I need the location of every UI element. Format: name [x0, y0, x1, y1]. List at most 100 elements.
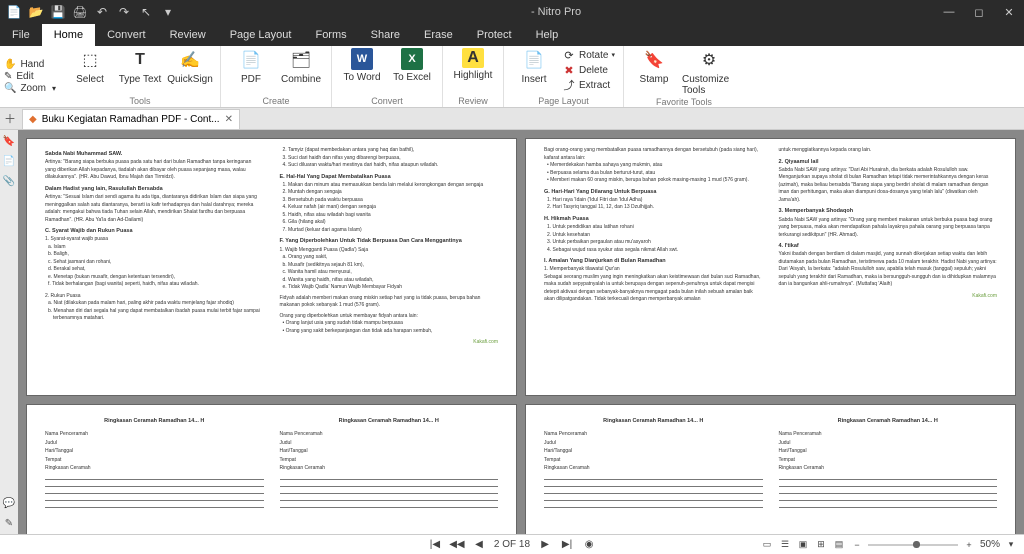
first-page-button[interactable]: |◀: [428, 538, 442, 552]
workspace: 🔖 📄 📎 💬 ✎ Sabda Nabi Muhammad SAW. Artin…: [0, 130, 1024, 534]
to-word-button[interactable]: WTo Word: [340, 48, 384, 83]
tab-help[interactable]: Help: [524, 24, 571, 46]
ribbon-group-favorites: 🔖Stamp ⚙Customize Tools Favorite Tools: [624, 46, 744, 107]
to-excel-button[interactable]: XTo Excel: [390, 48, 434, 83]
facing-view[interactable]: ▣: [796, 538, 810, 552]
continuous-view[interactable]: ☰: [778, 538, 792, 552]
type-text-button[interactable]: TType Text: [118, 48, 162, 85]
ribbon: ✋Hand ✎Edit 🔍Zoom▾ ⬚Select TType Text ✍Q…: [0, 46, 1024, 108]
tab-home[interactable]: Home: [42, 24, 95, 46]
rotate-button[interactable]: ⟳Rotate▾: [562, 48, 615, 62]
page-5: Ringkasan Ceramah Ramadhan 14... H Nama …: [525, 404, 1016, 534]
ribbon-group-review: AHighlight Review: [443, 46, 504, 107]
combine-icon: 🗂: [289, 48, 313, 72]
hand-tool[interactable]: ✋Hand: [4, 59, 56, 70]
bottom-navbar: |◀ ◀◀ ◀ 2 OF 18 ▶ ▶| ◉ ▭ ☰ ▣ ⊞ ▤ − + 50%…: [0, 534, 1024, 554]
page-4: Ringkasan Ceramah Ramadhan 14... H Nama …: [26, 404, 517, 534]
zoom-level: 50%: [980, 539, 1000, 550]
bookmarks-panel-button[interactable]: 🔖: [2, 134, 16, 148]
pages-panel-button[interactable]: 📄: [2, 154, 16, 168]
print-icon[interactable]: 🖨: [70, 2, 90, 22]
delete-icon: ✖: [562, 63, 576, 77]
tab-protect[interactable]: Protect: [465, 24, 524, 46]
zoom-dropdown[interactable]: ▾: [1004, 538, 1018, 552]
tab-share[interactable]: Share: [359, 24, 412, 46]
window-title: - Nitro Pro: [178, 6, 934, 18]
single-page-view[interactable]: ▭: [760, 538, 774, 552]
customize-tools-button[interactable]: ⚙Customize Tools: [682, 48, 736, 96]
save-icon[interactable]: 💾: [48, 2, 68, 22]
thumbnail-view[interactable]: ▤: [832, 538, 846, 552]
close-button[interactable]: ✕: [994, 2, 1024, 22]
page-indicator: 2 OF 18: [494, 539, 530, 550]
new-file-icon[interactable]: 📄: [4, 2, 24, 22]
highlight-icon: A: [462, 48, 484, 68]
document-tab[interactable]: ◆ Buku Kegiatan Ramadhan PDF - Cont... ✕: [22, 109, 240, 129]
quicksign-button[interactable]: ✍QuickSign: [168, 48, 212, 85]
extract-icon: ⤴: [562, 78, 576, 92]
window-controls: — ◻ ✕: [934, 2, 1024, 22]
ribbon-left-tools: ✋Hand ✎Edit 🔍Zoom▾: [0, 46, 60, 107]
zoom-in-button[interactable]: +: [962, 538, 976, 552]
rotate-icon: ⟳: [562, 48, 576, 62]
zoom-icon: 🔍: [4, 83, 16, 94]
back-button[interactable]: ◀: [472, 538, 486, 552]
page-3: Bagi orang-orang yang membatalkan puasa …: [525, 138, 1016, 396]
highlight-button[interactable]: AHighlight: [451, 48, 495, 81]
stamp-button[interactable]: 🔖Stamp: [632, 48, 676, 85]
tab-file[interactable]: File: [0, 24, 42, 46]
signature-icon: ✍: [178, 48, 202, 72]
left-sidebar: 🔖 📄 📎 💬 ✎: [0, 130, 18, 534]
nav-back-arrow[interactable]: ◉: [582, 538, 596, 552]
delete-button[interactable]: ✖Delete: [562, 63, 615, 77]
ribbon-tabs: File Home Convert Review Page Layout For…: [0, 24, 1024, 46]
pdf-button[interactable]: 📄PDF: [229, 48, 273, 85]
extract-button[interactable]: ⤴Extract: [562, 78, 615, 92]
cursor-icon: ⬚: [78, 48, 102, 72]
tab-forms[interactable]: Forms: [303, 24, 358, 46]
document-tab-strip: ＋ ◆ Buku Kegiatan Ramadhan PDF - Cont...…: [0, 108, 1024, 130]
undo-icon[interactable]: ↶: [92, 2, 112, 22]
next-page-button[interactable]: ▶|: [560, 538, 574, 552]
signatures-panel-button[interactable]: ✎: [2, 516, 16, 530]
redo-icon[interactable]: ↷: [114, 2, 134, 22]
pdf-icon: 📄: [239, 48, 263, 72]
tab-review[interactable]: Review: [158, 24, 218, 46]
insert-button[interactable]: 📄Insert: [512, 48, 556, 85]
quick-access-toolbar: 📄 📂 💾 🖨 ↶ ↷ ↖ ▾: [0, 2, 178, 22]
gear-icon: ⚙: [697, 48, 721, 72]
combine-button[interactable]: 🗂Combine: [279, 48, 323, 85]
ribbon-group-tools: ⬚Select TType Text ✍QuickSign Tools: [60, 46, 221, 107]
document-tab-label: Buku Kegiatan Ramadhan PDF - Cont...: [42, 114, 220, 125]
qat-more-icon[interactable]: ▾: [158, 2, 178, 22]
comments-panel-button[interactable]: 💬: [2, 496, 16, 510]
stamp-icon: 🔖: [642, 48, 666, 72]
maximize-button[interactable]: ◻: [964, 2, 994, 22]
pointer-icon[interactable]: ↖: [136, 2, 156, 22]
new-tab-button[interactable]: ＋: [3, 111, 17, 125]
open-folder-icon[interactable]: 📂: [26, 2, 46, 22]
select-button[interactable]: ⬚Select: [68, 48, 112, 85]
title-bar: 📄 📂 💾 🖨 ↶ ↷ ↖ ▾ - Nitro Pro — ◻ ✕: [0, 0, 1024, 24]
edit-tool[interactable]: ✎Edit: [4, 71, 56, 82]
zoom-tool[interactable]: 🔍Zoom▾: [4, 83, 56, 94]
attachments-panel-button[interactable]: 📎: [2, 174, 16, 188]
chevron-down-icon: ▾: [611, 51, 615, 59]
zoom-slider[interactable]: [868, 544, 958, 546]
pdf-doc-icon: ◆: [29, 114, 37, 125]
tab-erase[interactable]: Erase: [412, 24, 465, 46]
minimize-button[interactable]: —: [934, 2, 964, 22]
document-viewer[interactable]: Sabda Nabi Muhammad SAW. Artinya: "Baran…: [18, 130, 1024, 534]
prev-page-button[interactable]: ◀◀: [450, 538, 464, 552]
forward-button[interactable]: ▶: [538, 538, 552, 552]
zoom-out-button[interactable]: −: [850, 538, 864, 552]
type-icon: T: [128, 48, 152, 72]
hand-icon: ✋: [4, 59, 16, 70]
edit-icon: ✎: [4, 71, 12, 82]
close-tab-button[interactable]: ✕: [225, 114, 233, 125]
tab-page-layout[interactable]: Page Layout: [218, 24, 304, 46]
page-2: Sabda Nabi Muhammad SAW. Artinya: "Baran…: [26, 138, 517, 396]
tab-convert[interactable]: Convert: [95, 24, 158, 46]
facing-continuous-view[interactable]: ⊞: [814, 538, 828, 552]
excel-icon: X: [401, 48, 423, 70]
